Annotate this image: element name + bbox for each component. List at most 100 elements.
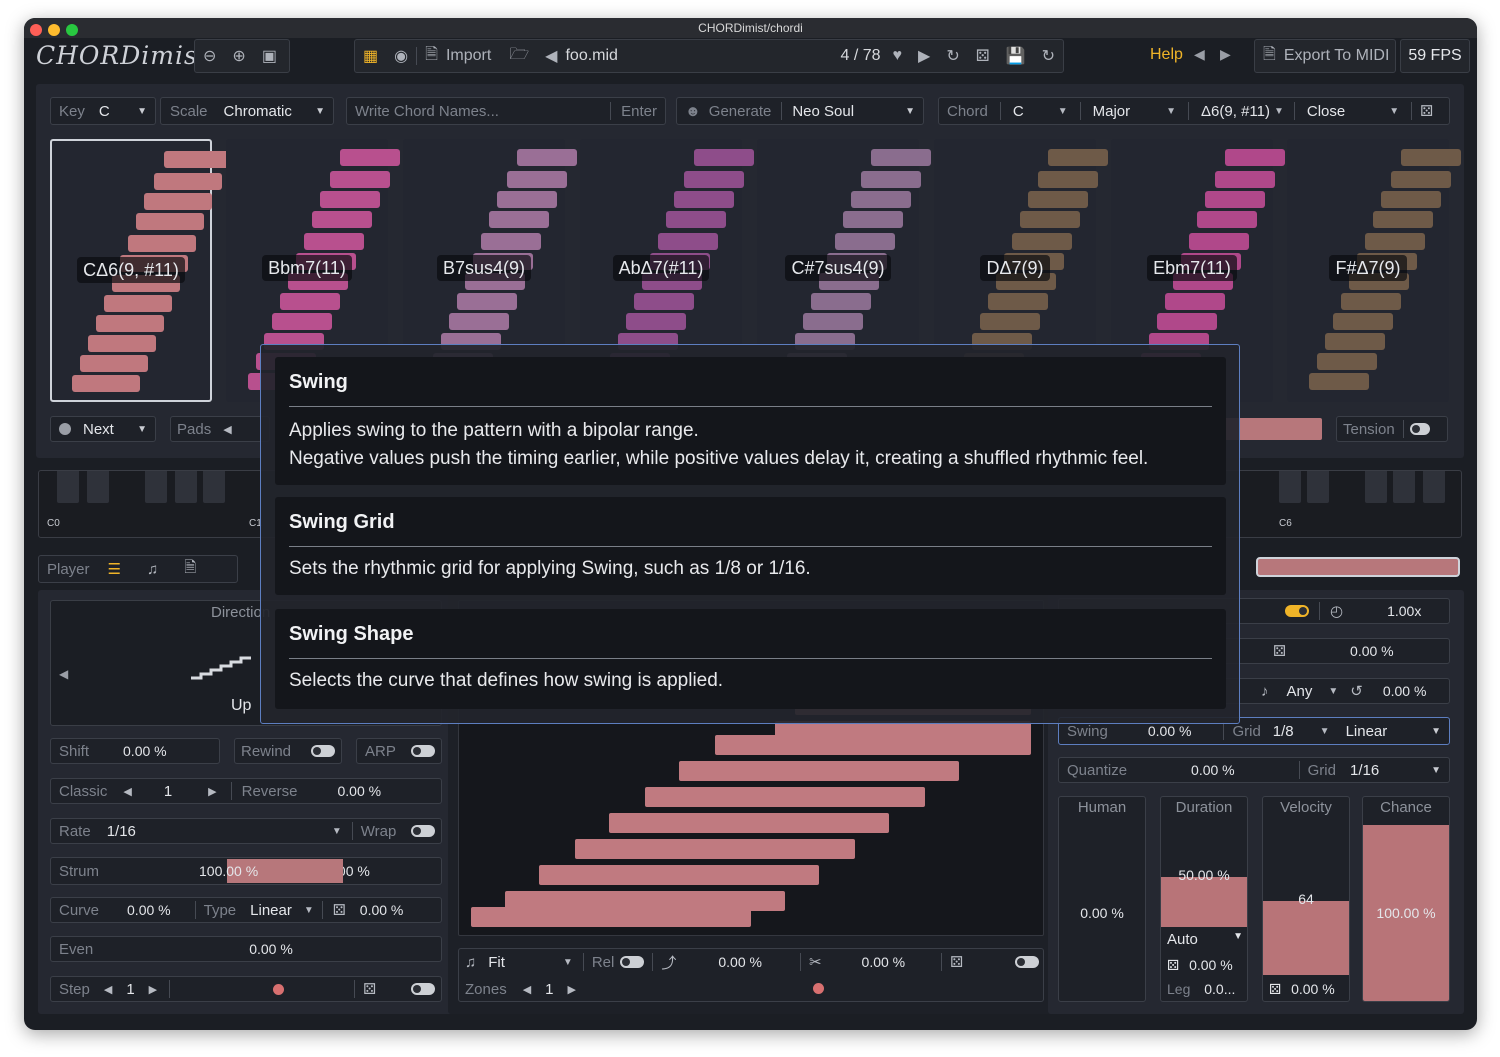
close-window-button[interactable] [30, 24, 42, 36]
help-prev-icon[interactable]: ◀ [1194, 46, 1205, 63]
generate-button[interactable]: Generate [709, 103, 772, 120]
classic-next-icon[interactable]: ▶ [208, 785, 216, 798]
help-button[interactable]: Help [1150, 46, 1183, 64]
screen-icon[interactable]: ▣ [254, 40, 285, 72]
dice-icon[interactable]: ⚄ [363, 980, 376, 998]
human-label: Human [1077, 799, 1127, 816]
generate-style-select[interactable]: Neo Soul [792, 103, 854, 120]
dice-icon[interactable]: ⚄ [333, 901, 346, 919]
velocity-random[interactable]: 0.00 % [1291, 981, 1335, 997]
rewind-toggle[interactable] [311, 745, 335, 757]
arp-notes-icon[interactable]: ♫ [147, 561, 158, 578]
chord-quality-select[interactable]: Major [1093, 103, 1131, 120]
player-progress[interactable] [1256, 557, 1460, 577]
chevron-down-icon: ▼ [315, 105, 325, 117]
export-button[interactable]: Export To MIDI [1284, 47, 1390, 65]
chord-note-bar [626, 313, 686, 330]
quantize-slider[interactable]: 0.00 % [1191, 762, 1235, 778]
dice-icon[interactable]: ⚄ [1269, 981, 1281, 997]
rel-toggle[interactable] [620, 956, 645, 968]
swing-slider[interactable]: 0.00 % [1148, 723, 1192, 739]
legato-value[interactable]: 0.0... [1204, 981, 1235, 997]
voicing-select[interactable]: Close [1307, 103, 1345, 120]
curve-random-slider[interactable]: 0.00 % [360, 902, 404, 918]
piano-roll-icon[interactable]: ▦ [355, 40, 386, 72]
sliders-icon[interactable]: ☰ [108, 560, 121, 578]
chord-names-input[interactable]: Write Chord Names... [355, 103, 499, 120]
quantize-grid-select[interactable]: 1/16 [1350, 762, 1379, 779]
chord-card[interactable]: CΔ6(9, #11) [50, 139, 232, 402]
player-tab[interactable]: Player [47, 561, 90, 578]
step-knob[interactable] [273, 984, 284, 995]
folder-icon[interactable]: 🗁 [501, 40, 537, 72]
enter-button[interactable]: Enter [621, 103, 657, 120]
zones-prev-icon[interactable]: ◀ [523, 983, 531, 996]
dice-icon[interactable]: ⚄ [950, 953, 963, 971]
reload-icon[interactable]: ↻ [938, 40, 967, 72]
reverse-slider[interactable]: 0.00 % [337, 783, 381, 799]
random-slider[interactable]: 0.00 % [1350, 643, 1394, 659]
note-filter-select[interactable]: Any [1287, 683, 1313, 700]
step-prev-icon[interactable]: ◀ [104, 983, 112, 996]
pads-prev-icon[interactable]: ◀ [223, 423, 231, 436]
help-next-icon[interactable]: ▶ [1220, 46, 1231, 63]
cut-slider[interactable]: 0.00 % [862, 954, 906, 970]
offset-slider[interactable]: 0.00 % [718, 954, 762, 970]
zoom-in-icon[interactable]: ⊕ [224, 40, 253, 72]
human-slider[interactable]: Human 0.00 % [1058, 796, 1146, 1002]
heart-icon[interactable]: ♥ [885, 40, 911, 72]
dice-icon[interactable]: ⚄ [968, 40, 998, 72]
chance-slider[interactable]: Chance 100.00 % [1362, 796, 1450, 1002]
direction-prev-icon[interactable]: ◀ [59, 667, 68, 681]
rate-select[interactable]: 1/16 [107, 823, 136, 840]
tension-toggle[interactable] [1409, 423, 1430, 435]
prev-file-icon[interactable]: ◀ [537, 40, 565, 72]
next-file-icon[interactable]: ▶ [910, 40, 938, 72]
wrap-toggle[interactable] [411, 825, 435, 837]
import-button[interactable]: Import [446, 47, 491, 65]
chord-note-bar [144, 193, 212, 210]
duration-mode-select[interactable]: Auto [1167, 931, 1198, 948]
repeat-slider[interactable]: 0.00 % [1383, 683, 1427, 699]
curve-slider[interactable]: 0.00 % [127, 902, 171, 918]
duration-slider[interactable]: Duration 50.00 % Auto ▼ ⚄ 0.00 % Leg 0.0.… [1160, 796, 1248, 1002]
duration-label: Duration [1175, 799, 1233, 816]
step-toggle[interactable] [411, 983, 435, 995]
midi-file-icon[interactable]: 🗎 [184, 557, 196, 582]
speed-slider[interactable]: 1.00x [1387, 603, 1421, 619]
chord-extension-select[interactable]: Δ6(9, #11) [1201, 103, 1270, 120]
refresh-icon[interactable]: ↻ [1034, 40, 1063, 72]
velocity-slider[interactable]: Velocity 64 ⚄ 0.00 % [1262, 796, 1350, 1002]
save-icon[interactable]: 💾 [998, 40, 1034, 72]
dice-icon[interactable]: ⚄ [1273, 642, 1286, 660]
chord-note-bar [330, 171, 390, 188]
step-next-icon[interactable]: ▶ [149, 983, 157, 996]
classic-prev-icon[interactable]: ◀ [123, 785, 131, 798]
chord-note-bar [1028, 191, 1088, 208]
boost-toggle[interactable] [1285, 605, 1309, 617]
minimize-window-button[interactable] [48, 24, 60, 36]
shift-slider[interactable]: 0.00 % [123, 743, 167, 759]
zones-next-icon[interactable]: ▶ [568, 983, 576, 996]
fit-select[interactable]: Fit [488, 954, 505, 971]
app-window: CHORDimist/chordi CHORDimist ⊖ ⊕ ▣ ▦ ◉ 🗎… [24, 18, 1477, 1030]
zones-knob[interactable] [813, 983, 824, 994]
dice-icon[interactable]: ⚄ [1167, 957, 1179, 973]
key-select[interactable]: C [99, 103, 110, 120]
chord-card[interactable]: F#Δ7(9) [1287, 139, 1461, 402]
curve-type-select[interactable]: Linear [250, 902, 292, 919]
scale-select[interactable]: Chromatic [224, 103, 292, 120]
arp-toggle[interactable] [411, 745, 435, 757]
swing-shape-select[interactable]: Linear [1346, 723, 1388, 740]
duration-random[interactable]: 0.00 % [1189, 957, 1233, 973]
dice-icon[interactable]: ⚄ [1420, 102, 1433, 120]
palette-icon[interactable]: ◉ [386, 40, 416, 72]
swing-grid-select[interactable]: 1/8 [1273, 723, 1294, 740]
next-mode-select[interactable]: Next [83, 421, 114, 438]
chord-root-select[interactable]: C [1013, 103, 1024, 120]
strum-slider[interactable]: 100.00 % [199, 863, 258, 879]
pattern-toggle[interactable] [1015, 956, 1039, 968]
even-slider[interactable]: 0.00 % [249, 941, 293, 957]
zoom-window-button[interactable] [66, 24, 78, 36]
zoom-out-icon[interactable]: ⊖ [195, 40, 224, 72]
